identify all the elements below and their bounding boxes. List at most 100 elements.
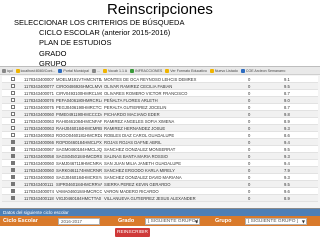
row-checkbox[interactable]	[11, 133, 15, 138]
cell-prom: 9.4	[284, 161, 290, 166]
table-row[interactable]: 1178343400067 SAGM0460184HMCLJQA5 SANCHEZ …	[2, 146, 318, 153]
table-row[interactable]: 1178343400077 CIRO0486926HMCLMVH5 OLIVAR R…	[2, 83, 318, 90]
cell-name: SAN JUAN MILIA JANETH GUADALUPE	[104, 161, 182, 166]
cell-code: 1178343400071	[24, 91, 54, 96]
row-checkbox-cell	[4, 97, 22, 104]
row-checkbox[interactable]	[11, 175, 15, 180]
cell-id: ROGO0460181HMCRDZA4	[56, 133, 102, 138]
criteria-item-grado: GRADO	[39, 48, 67, 58]
cell-code: 1178343400075	[24, 105, 54, 110]
row-checkbox[interactable]	[11, 98, 15, 103]
table-row[interactable]: 1178343400060SARK0461174HMCRNRA6SANCHEZ …	[2, 167, 318, 174]
cell-name: VARON MADERO RICARDO	[104, 189, 159, 194]
cell-tipo: 0	[248, 182, 251, 187]
table-row[interactable]: 1178343400118 VIGJ0460184HMCTTA0 VILLANUEV…	[2, 195, 318, 202]
cell-id: PEFA0406180HMRCRLA60	[56, 98, 102, 103]
cell-tipo: 0	[248, 84, 251, 89]
row-checkbox[interactable]	[11, 77, 15, 82]
table-row[interactable]: 1178343400075PEGJ0406190HMRCTCS40PERALTA…	[2, 104, 318, 111]
cell-name: RAMIREZ HERNANDEZ JOSUE	[104, 126, 166, 131]
ciclo-field[interactable]: 2016-2017	[58, 217, 100, 225]
reinscribir-button[interactable]: REINSCRIBIR	[115, 228, 150, 237]
table-row[interactable]: 1178343400060 SAGJ0460184HMCRSYA SANCHEZ G…	[2, 174, 318, 181]
row-checkbox-cell	[4, 139, 22, 146]
search-criteria: SELECCIONAR LOS CRITERIOS DE BÚSQUEDA CI…	[14, 18, 184, 69]
bookmark[interactable]: INFRACCIONES	[130, 68, 162, 73]
row-checkbox[interactable]	[11, 112, 15, 117]
cell-id: MOELM191V7HMCNTBA0	[56, 77, 102, 82]
table-row[interactable]: 1178343400060 SAMJ0467119HMCNRA8 SAN JUAN …	[2, 160, 318, 167]
grupo-select[interactable]: [ SIGUIENTE GRUPO ] ▼	[245, 217, 307, 225]
row-checkbox[interactable]	[11, 189, 15, 194]
cell-code: 1178343400063	[24, 133, 54, 138]
cell-tipo: 0	[248, 147, 251, 152]
row-checkbox[interactable]	[11, 91, 15, 96]
row-checkbox[interactable]	[11, 119, 15, 124]
cell-tipo: 0	[248, 154, 251, 159]
table-row[interactable]: 1178343400111 SIPR0460184HMCRRVA6 SIERRA P…	[2, 181, 318, 188]
bookmark[interactable]: Portal Municipal	[58, 68, 89, 73]
table-row[interactable]: 1178343400071CIRV0493100HMRCLMCA9OLIVARE…	[2, 90, 318, 97]
table-row[interactable]: 1178343400063 RAHI0461084HMCNFAF2 RAMIREZ …	[2, 118, 318, 125]
cell-code: 1178343400067	[24, 147, 54, 152]
row-checkbox[interactable]	[11, 161, 15, 166]
cell-tipo: 0	[248, 119, 251, 124]
cell-name: SANCHEZ GONZALEZ MONSERRAT	[104, 147, 176, 152]
table-row[interactable]: 1178343400007 MOELM191V7HMCNTBA0 MONTES DE…	[2, 76, 318, 83]
row-checkbox-cell	[4, 125, 22, 132]
bookmark[interactable]: Ver Formato Educativo	[165, 68, 207, 73]
bookmark[interactable]: localhost:8080/Cont...	[15, 68, 55, 73]
ciclo-label: Ciclo Escolar	[3, 218, 38, 224]
row-checkbox[interactable]	[11, 105, 15, 110]
cell-id: SIPR0460184HMCRRVA6	[56, 182, 102, 187]
row-checkbox[interactable]	[11, 168, 15, 173]
row-checkbox[interactable]	[11, 196, 15, 201]
bookmark[interactable]: Vocab 1.1 A	[102, 68, 127, 73]
grado-select[interactable]: [ SIGUIENTE GRUPO ] ▼	[145, 217, 200, 225]
row-checkbox[interactable]	[11, 126, 15, 131]
row-checkbox[interactable]	[11, 182, 15, 187]
table-row[interactable]: 1178343400063RAHJ0460184HMCMRBA7RAMIREZ …	[2, 125, 318, 132]
bookmark[interactable]: Nuevo Listado	[209, 68, 238, 73]
cell-code: 1178343400060	[24, 168, 54, 173]
bookmark[interactable]: ...	[91, 68, 100, 73]
cell-prom: 9.1	[284, 77, 290, 82]
cell-name: ROJAS ROJAS DAFNE ABRIL	[104, 140, 162, 145]
cell-name: SIERRA PEREZ KEVIN GERARDO	[104, 182, 171, 187]
cell-tipo: 0	[248, 161, 251, 166]
bookmark[interactable]: iqui	[2, 68, 13, 73]
cell-prom: 8.9	[284, 196, 290, 201]
row-checkbox[interactable]	[11, 140, 15, 145]
cell-prom: 9.6	[284, 189, 290, 194]
cell-prom: 7.9	[284, 168, 290, 173]
row-checkbox-cell	[4, 83, 22, 90]
table-row[interactable]: 1178343400063ROGO0460181HMCRDZA4ROBLES D…	[2, 132, 318, 139]
cell-tipo: 0	[248, 133, 251, 138]
cell-name: SALINAS BANTA MARIA ROSSIO	[104, 154, 168, 159]
row-checkbox[interactable]	[11, 84, 15, 89]
table-row[interactable]: 1178343400066 ROPD0460184HMCLPXA6 ROJAS RO…	[2, 139, 318, 146]
cell-tipo: 0	[248, 112, 251, 117]
cell-code: 1178343400077	[24, 84, 54, 89]
row-checkbox[interactable]	[11, 147, 15, 152]
cell-tipo: 0	[248, 175, 251, 180]
cell-id: RAHI0461084HMCNFAF2	[56, 119, 102, 124]
table-row[interactable]: 1178343400074 VAMA0460184HMCRCCA VARON MAD…	[2, 188, 318, 195]
bookmark[interactable]: COE Arcleon Semanarro	[240, 68, 285, 73]
row-checkbox-cell	[4, 188, 22, 195]
table-row[interactable]: 1178343400058 SAGS0450184HMCDRSA SALINAS B…	[2, 153, 318, 160]
table-row[interactable]: 1178343400060 PIME0491190HMCCCD4A PICHARDO…	[2, 111, 318, 118]
cell-prom: 8.6	[284, 133, 290, 138]
cell-name: SANCHEZ ERGODO KARLA MIRELY	[104, 168, 175, 173]
row-checkbox-cell	[4, 90, 22, 97]
folder-icon	[102, 68, 107, 73]
row-checkbox-cell	[4, 181, 22, 188]
bookmarks-bar: iqui localhost:8080/Cont... Portal Munic…	[0, 67, 320, 75]
row-checkbox[interactable]	[11, 154, 15, 159]
panel-heading: Datos del siguiente ciclo escolar	[0, 209, 320, 216]
table-row[interactable]: 1178343400076PEFA0406180HMRCRLA60PEÑALTA…	[2, 97, 318, 104]
cell-tipo: 0	[248, 168, 251, 173]
row-checkbox-cell	[4, 118, 22, 125]
cell-code: 1178343400007	[24, 77, 54, 82]
cell-prom: 9.8	[284, 112, 290, 117]
